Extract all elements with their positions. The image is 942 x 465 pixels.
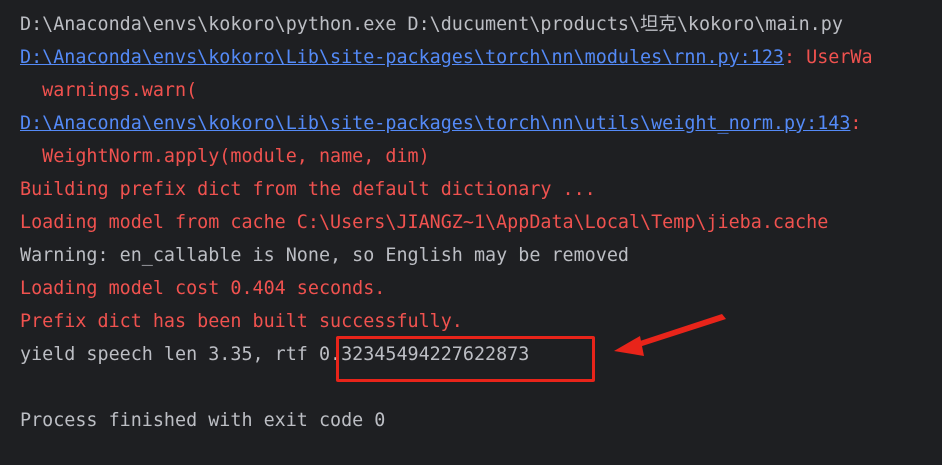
run-console-output: D:\Anaconda\envs\kokoro\python.exe D:\du…: [0, 0, 942, 465]
console-stdout-line: D:\Anaconda\envs\kokoro\python.exe D:\du…: [20, 14, 843, 35]
warning-message: :: [850, 113, 862, 134]
console-stderr-line: Loading model cost 0.404 seconds.: [20, 278, 386, 299]
warning-message: : UserWa: [783, 47, 873, 68]
console-stderr-line: warnings.warn(: [20, 80, 198, 101]
annotation-arrow-icon: [614, 314, 726, 356]
console-stderr-line: Loading model from cache C:\Users\JIANGZ…: [20, 212, 829, 233]
source-file-link[interactable]: D:\Anaconda\envs\kokoro\Lib\site-package…: [20, 113, 850, 134]
console-stderr-line: Prefix dict has been built successfully.: [20, 311, 463, 332]
source-file-link[interactable]: D:\Anaconda\envs\kokoro\Lib\site-package…: [20, 47, 784, 68]
console-warning-line: D:\Anaconda\envs\kokoro\Lib\site-package…: [20, 41, 942, 74]
console-stderr-line: Building prefix dict from the default di…: [20, 179, 596, 200]
console-warning-line: D:\Anaconda\envs\kokoro\Lib\site-package…: [20, 107, 942, 140]
console-stdout-line: Process finished with exit code 0: [20, 410, 386, 431]
console-stderr-line: WeightNorm.apply(module, name, dim): [20, 146, 430, 167]
highlight-box-rtf-value: [336, 336, 595, 382]
console-stdout-line: Warning: en_callable is None, so English…: [20, 245, 629, 266]
